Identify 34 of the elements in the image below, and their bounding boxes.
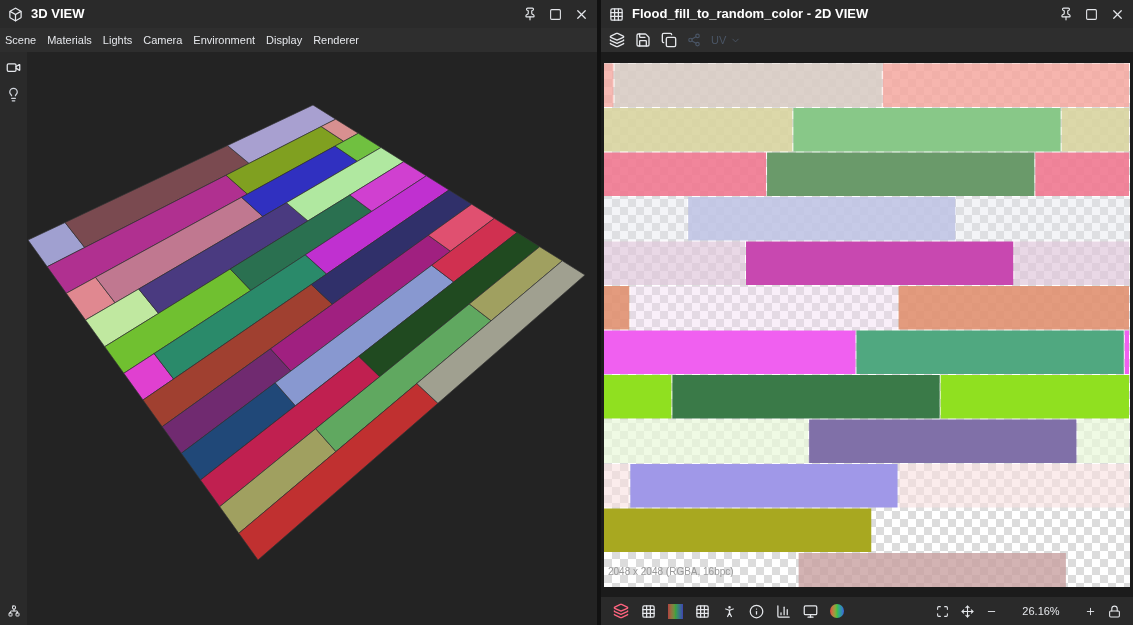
hierarchy-icon[interactable] xyxy=(7,605,20,617)
gradient-icon[interactable] xyxy=(668,603,683,619)
menu-item[interactable]: Renderer xyxy=(313,31,359,49)
menu-item[interactable]: Lights xyxy=(102,31,133,49)
zoom-in-icon[interactable] xyxy=(1085,605,1096,617)
maximize-button[interactable] xyxy=(1085,7,1098,21)
lock-icon[interactable] xyxy=(1108,604,1121,618)
histogram-icon[interactable] xyxy=(776,603,791,619)
menu-item[interactable]: Display xyxy=(266,31,303,49)
pin-button[interactable] xyxy=(523,7,537,21)
monitor-icon[interactable] xyxy=(803,603,818,619)
color-wheel-icon[interactable] xyxy=(830,604,844,618)
menu-item[interactable]: Environment xyxy=(193,31,256,49)
menu-item[interactable]: Camera xyxy=(143,31,183,49)
move-icon[interactable] xyxy=(961,604,974,618)
camera-icon[interactable] xyxy=(6,60,21,75)
info-icon[interactable] xyxy=(749,603,764,619)
layers-icon[interactable] xyxy=(609,32,625,48)
save-icon[interactable] xyxy=(635,32,651,48)
cube-icon xyxy=(8,6,23,22)
grid-icon[interactable] xyxy=(695,603,710,619)
layers-icon[interactable] xyxy=(613,603,629,619)
menu-item[interactable]: Scene xyxy=(5,31,37,49)
copy-icon[interactable] xyxy=(661,32,677,48)
texture-info: 2048 x 2048 (RGBA, 16bpc) xyxy=(608,564,734,579)
figure-icon[interactable] xyxy=(722,603,737,619)
menu-item[interactable]: Materials xyxy=(47,31,92,49)
zoom-level: 26.16% xyxy=(1021,603,1061,619)
pin-button[interactable] xyxy=(1059,7,1073,21)
panel-title: 3D VIEW xyxy=(31,5,85,24)
panel-title: Flood_fill_to_random_color - 2D VIEW xyxy=(632,5,869,24)
fit-icon[interactable] xyxy=(936,604,949,618)
maximize-button[interactable] xyxy=(549,7,562,21)
light-bulb-icon[interactable] xyxy=(6,87,21,102)
